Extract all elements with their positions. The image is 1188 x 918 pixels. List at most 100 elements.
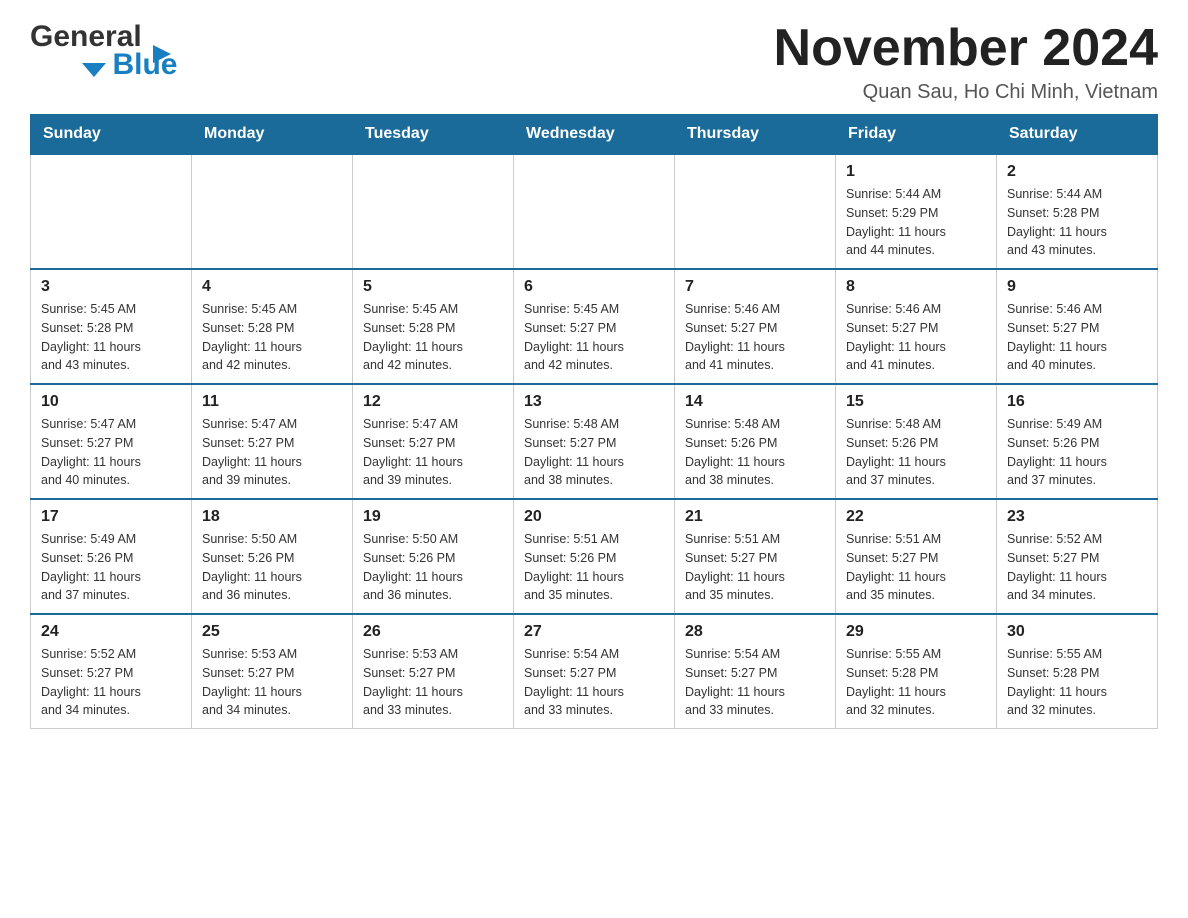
calendar-week-row: 1 Sunrise: 5:44 AM Sunset: 5:29 PM Daylig… xyxy=(31,154,1158,269)
day-info: Sunrise: 5:50 AM Sunset: 5:26 PM Dayligh… xyxy=(363,530,503,605)
day-info: Sunrise: 5:51 AM Sunset: 5:26 PM Dayligh… xyxy=(524,530,664,605)
day-info: Sunrise: 5:44 AM Sunset: 5:28 PM Dayligh… xyxy=(1007,185,1147,260)
day-info: Sunrise: 5:45 AM Sunset: 5:27 PM Dayligh… xyxy=(524,300,664,375)
day-number: 9 xyxy=(1007,278,1147,296)
day-info: Sunrise: 5:54 AM Sunset: 5:27 PM Dayligh… xyxy=(685,645,825,720)
weekday-header-sunday: Sunday xyxy=(31,115,192,155)
day-number: 29 xyxy=(846,623,986,641)
day-info: Sunrise: 5:51 AM Sunset: 5:27 PM Dayligh… xyxy=(685,530,825,605)
day-number: 15 xyxy=(846,393,986,411)
calendar-day-cell: 22Sunrise: 5:51 AM Sunset: 5:27 PM Dayli… xyxy=(836,499,997,614)
weekday-header-monday: Monday xyxy=(192,115,353,155)
logo-arrow-icon xyxy=(153,45,171,63)
day-number: 8 xyxy=(846,278,986,296)
calendar-day-cell: 19 Sunrise: 5:50 AM Sunset: 5:26 PM Dayli… xyxy=(353,499,514,614)
day-info: Sunrise: 5:54 AM Sunset: 5:27 PM Dayligh… xyxy=(524,645,664,720)
day-number: 27 xyxy=(524,623,664,641)
calendar-day-cell: 18 Sunrise: 5:50 AM Sunset: 5:26 PM Dayli… xyxy=(192,499,353,614)
day-number: 30 xyxy=(1007,623,1147,641)
page-header: General Blue November 2024 Quan Sau, Ho … xyxy=(30,20,1158,104)
weekday-header-tuesday: Tuesday xyxy=(353,115,514,155)
day-info: Sunrise: 5:46 AM Sunset: 5:27 PM Dayligh… xyxy=(685,300,825,375)
day-number: 26 xyxy=(363,623,503,641)
calendar-day-cell xyxy=(514,154,675,269)
calendar-day-cell: 2 Sunrise: 5:44 AM Sunset: 5:28 PM Daylig… xyxy=(997,154,1158,269)
month-title: November 2024 xyxy=(774,20,1158,77)
calendar-day-cell: 17 Sunrise: 5:49 AM Sunset: 5:26 PM Dayli… xyxy=(31,499,192,614)
calendar-day-cell: 9 Sunrise: 5:46 AM Sunset: 5:27 PM Daylig… xyxy=(997,269,1158,384)
day-info: Sunrise: 5:55 AM Sunset: 5:28 PM Dayligh… xyxy=(1007,645,1147,720)
day-info: Sunrise: 5:49 AM Sunset: 5:26 PM Dayligh… xyxy=(1007,415,1147,490)
calendar-week-row: 17 Sunrise: 5:49 AM Sunset: 5:26 PM Dayli… xyxy=(31,499,1158,614)
calendar-day-cell: 25 Sunrise: 5:53 AM Sunset: 5:27 PM Dayli… xyxy=(192,614,353,729)
calendar-day-cell: 6 Sunrise: 5:45 AM Sunset: 5:27 PM Daylig… xyxy=(514,269,675,384)
calendar-day-cell: 7 Sunrise: 5:46 AM Sunset: 5:27 PM Daylig… xyxy=(675,269,836,384)
calendar-day-cell: 4 Sunrise: 5:45 AM Sunset: 5:28 PM Daylig… xyxy=(192,269,353,384)
calendar-day-cell: 11 Sunrise: 5:47 AM Sunset: 5:27 PM Dayli… xyxy=(192,384,353,499)
day-number: 25 xyxy=(202,623,342,641)
day-number: 18 xyxy=(202,508,342,526)
day-number: 2 xyxy=(1007,163,1147,181)
calendar-day-cell xyxy=(192,154,353,269)
calendar-day-cell: 12 Sunrise: 5:47 AM Sunset: 5:27 PM Dayli… xyxy=(353,384,514,499)
calendar-day-cell: 23 Sunrise: 5:52 AM Sunset: 5:27 PM Dayli… xyxy=(997,499,1158,614)
day-number: 23 xyxy=(1007,508,1147,526)
day-number: 11 xyxy=(202,393,342,411)
day-number: 16 xyxy=(1007,393,1147,411)
calendar-week-row: 10Sunrise: 5:47 AM Sunset: 5:27 PM Dayli… xyxy=(31,384,1158,499)
day-info: Sunrise: 5:48 AM Sunset: 5:26 PM Dayligh… xyxy=(846,415,986,490)
logo-chevron-icon xyxy=(82,63,106,77)
day-number: 13 xyxy=(524,393,664,411)
day-number: 3 xyxy=(41,278,181,296)
calendar-week-row: 24Sunrise: 5:52 AM Sunset: 5:27 PM Dayli… xyxy=(31,614,1158,729)
location-subtitle: Quan Sau, Ho Chi Minh, Vietnam xyxy=(774,81,1158,104)
day-number: 1 xyxy=(846,163,986,181)
day-number: 12 xyxy=(363,393,503,411)
calendar-day-cell xyxy=(675,154,836,269)
title-area: November 2024 Quan Sau, Ho Chi Minh, Vie… xyxy=(774,20,1158,104)
day-info: Sunrise: 5:51 AM Sunset: 5:27 PM Dayligh… xyxy=(846,530,986,605)
calendar-day-cell: 24Sunrise: 5:52 AM Sunset: 5:27 PM Dayli… xyxy=(31,614,192,729)
day-number: 17 xyxy=(41,508,181,526)
day-info: Sunrise: 5:50 AM Sunset: 5:26 PM Dayligh… xyxy=(202,530,342,605)
calendar-day-cell: 5 Sunrise: 5:45 AM Sunset: 5:28 PM Daylig… xyxy=(353,269,514,384)
calendar-day-cell xyxy=(31,154,192,269)
day-info: Sunrise: 5:47 AM Sunset: 5:27 PM Dayligh… xyxy=(202,415,342,490)
day-number: 19 xyxy=(363,508,503,526)
calendar-week-row: 3 Sunrise: 5:45 AM Sunset: 5:28 PM Daylig… xyxy=(31,269,1158,384)
weekday-header-wednesday: Wednesday xyxy=(514,115,675,155)
weekday-header-saturday: Saturday xyxy=(997,115,1158,155)
calendar-day-cell: 28Sunrise: 5:54 AM Sunset: 5:27 PM Dayli… xyxy=(675,614,836,729)
day-info: Sunrise: 5:48 AM Sunset: 5:26 PM Dayligh… xyxy=(685,415,825,490)
day-number: 5 xyxy=(363,278,503,296)
day-info: Sunrise: 5:46 AM Sunset: 5:27 PM Dayligh… xyxy=(1007,300,1147,375)
calendar-day-cell: 14 Sunrise: 5:48 AM Sunset: 5:26 PM Dayli… xyxy=(675,384,836,499)
calendar-day-cell: 26 Sunrise: 5:53 AM Sunset: 5:27 PM Dayli… xyxy=(353,614,514,729)
day-number: 4 xyxy=(202,278,342,296)
calendar-day-cell: 10Sunrise: 5:47 AM Sunset: 5:27 PM Dayli… xyxy=(31,384,192,499)
day-info: Sunrise: 5:45 AM Sunset: 5:28 PM Dayligh… xyxy=(363,300,503,375)
day-info: Sunrise: 5:45 AM Sunset: 5:28 PM Dayligh… xyxy=(202,300,342,375)
day-info: Sunrise: 5:44 AM Sunset: 5:29 PM Dayligh… xyxy=(846,185,986,260)
calendar-day-cell: 8 Sunrise: 5:46 AM Sunset: 5:27 PM Daylig… xyxy=(836,269,997,384)
day-info: Sunrise: 5:53 AM Sunset: 5:27 PM Dayligh… xyxy=(202,645,342,720)
weekday-header-row: SundayMondayTuesdayWednesdayThursdayFrid… xyxy=(31,115,1158,155)
day-info: Sunrise: 5:47 AM Sunset: 5:27 PM Dayligh… xyxy=(41,415,181,490)
day-info: Sunrise: 5:45 AM Sunset: 5:28 PM Dayligh… xyxy=(41,300,181,375)
calendar-day-cell: 29Sunrise: 5:55 AM Sunset: 5:28 PM Dayli… xyxy=(836,614,997,729)
calendar-day-cell xyxy=(353,154,514,269)
calendar-day-cell: 20Sunrise: 5:51 AM Sunset: 5:26 PM Dayli… xyxy=(514,499,675,614)
day-number: 7 xyxy=(685,278,825,296)
calendar-day-cell: 13Sunrise: 5:48 AM Sunset: 5:27 PM Dayli… xyxy=(514,384,675,499)
day-info: Sunrise: 5:53 AM Sunset: 5:27 PM Dayligh… xyxy=(363,645,503,720)
day-info: Sunrise: 5:49 AM Sunset: 5:26 PM Dayligh… xyxy=(41,530,181,605)
weekday-header-thursday: Thursday xyxy=(675,115,836,155)
weekday-header-friday: Friday xyxy=(836,115,997,155)
day-info: Sunrise: 5:47 AM Sunset: 5:27 PM Dayligh… xyxy=(363,415,503,490)
day-number: 6 xyxy=(524,278,664,296)
logo: General Blue xyxy=(30,20,177,82)
day-number: 14 xyxy=(685,393,825,411)
day-info: Sunrise: 5:46 AM Sunset: 5:27 PM Dayligh… xyxy=(846,300,986,375)
day-number: 21 xyxy=(685,508,825,526)
day-info: Sunrise: 5:52 AM Sunset: 5:27 PM Dayligh… xyxy=(1007,530,1147,605)
